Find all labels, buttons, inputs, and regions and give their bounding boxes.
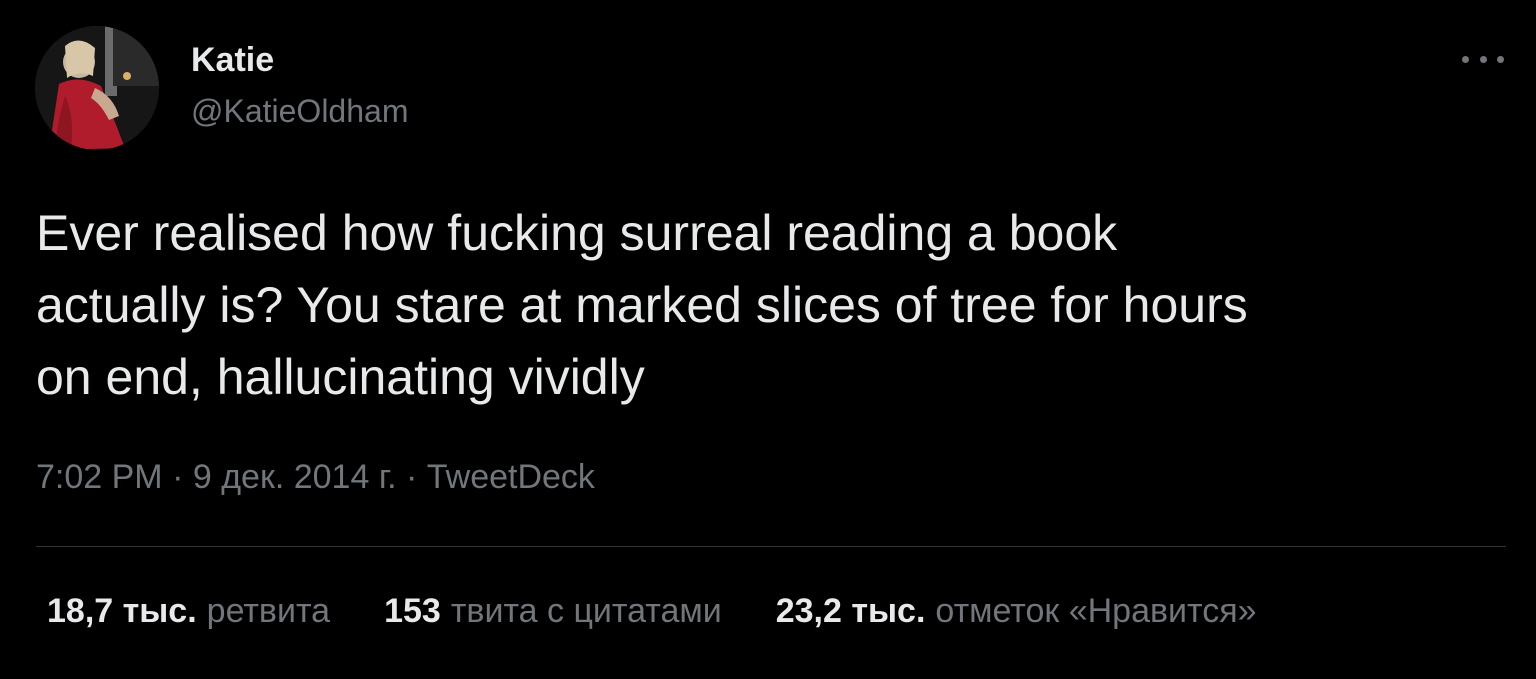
stat-label: ретвита — [206, 592, 331, 630]
tweet-text-line: on end, hallucinating vividly — [36, 349, 645, 405]
tweet-text-line: Ever realised how fucking surreal readin… — [36, 205, 1118, 261]
stat-value: 23,2 тыс. — [775, 592, 926, 630]
avatar[interactable] — [35, 26, 159, 150]
tweet-stats: 18,7 тыс. ретвита 153 твита с цитатами 23,… — [47, 592, 1257, 631]
tweet-time[interactable]: 7:02 PM — [36, 458, 163, 496]
stat-label: отметок «Нравится» — [935, 592, 1257, 630]
meta-separator: · — [172, 458, 193, 496]
display-name[interactable]: Katie — [191, 41, 274, 80]
tweet-text: Ever realised how fucking surreal readin… — [36, 197, 1506, 413]
user-handle[interactable]: @KatieOldham — [191, 93, 408, 130]
likes-stat[interactable]: 23,2 тыс. отметок «Нравится» — [776, 592, 1257, 631]
tweet-date[interactable]: 9 дек. 2014 г. — [193, 458, 397, 496]
more-horizontal-icon — [1462, 55, 1469, 63]
stat-value: 153 — [384, 592, 441, 630]
avatar-image — [35, 26, 159, 150]
more-horizontal-icon-dot — [1497, 55, 1504, 63]
tweet-text-line: actually is? You stare at marked slices … — [36, 277, 1248, 333]
stat-value: 18,7 тыс. — [47, 592, 197, 630]
quote-tweets-stat[interactable]: 153 твита с цитатами — [384, 592, 722, 631]
retweets-stat[interactable]: 18,7 тыс. ретвита — [47, 592, 330, 631]
more-options-button[interactable] — [1458, 44, 1508, 74]
more-horizontal-icon-dot — [1479, 55, 1487, 63]
stat-label: твита с цитатами — [450, 592, 722, 630]
meta-separator: · — [405, 458, 427, 496]
tweet-source[interactable]: TweetDeck — [427, 458, 595, 496]
tweet-meta: 7:02 PM · 9 дек. 2014 г. · TweetDeck — [36, 458, 595, 497]
divider — [36, 546, 1506, 547]
tweet-card: Katie @KatieOldham Ever realised how fuc… — [0, 0, 1536, 679]
